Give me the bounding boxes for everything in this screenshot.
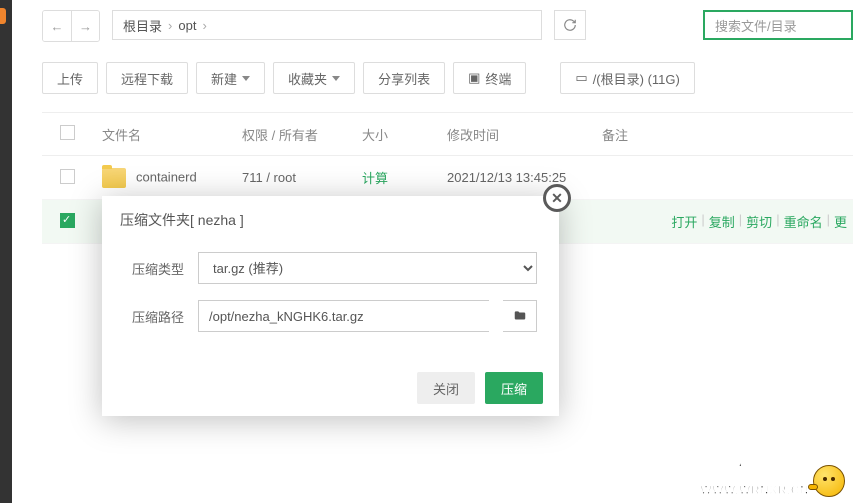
- disk-selector-button[interactable]: ▭/(根目录) (11G): [560, 62, 694, 94]
- breadcrumb-segment[interactable]: opt: [178, 18, 196, 33]
- compress-modal: ✕ 压缩文件夹[ nezha ] 压缩类型 tar.gz (推荐) 压缩路径 关…: [102, 196, 559, 416]
- terminal-icon: ▣: [468, 70, 480, 86]
- action-more[interactable]: 更: [834, 212, 847, 231]
- search-input[interactable]: 搜索文件/目录: [703, 10, 853, 40]
- watermark-url: WWW.WRNXR.CN: [700, 483, 809, 497]
- column-header-mtime[interactable]: 修改时间: [447, 125, 602, 144]
- upload-button[interactable]: 上传: [42, 62, 98, 94]
- action-cut[interactable]: 剪切: [746, 212, 772, 231]
- column-header-note: 备注: [602, 125, 682, 144]
- column-header-perm[interactable]: 权限 / 所有者: [242, 125, 362, 144]
- file-size-calc[interactable]: 计算: [362, 168, 447, 187]
- nav-back-button[interactable]: ←: [43, 11, 71, 41]
- compress-type-select[interactable]: tar.gz (推荐): [198, 252, 537, 284]
- action-copy[interactable]: 复制: [709, 212, 735, 231]
- action-open[interactable]: 打开: [671, 212, 697, 231]
- row-checkbox[interactable]: [60, 213, 75, 228]
- close-button[interactable]: ✕: [543, 184, 571, 212]
- watermark-mascot-icon: [813, 465, 845, 497]
- column-header-size[interactable]: 大小: [362, 125, 447, 144]
- breadcrumb-root[interactable]: 根目录: [123, 16, 162, 35]
- favorites-button[interactable]: 收藏夹: [273, 62, 355, 94]
- browse-path-button[interactable]: [503, 300, 537, 332]
- row-checkbox[interactable]: [60, 169, 75, 184]
- select-all-checkbox[interactable]: [60, 125, 75, 140]
- action-rename[interactable]: 重命名: [784, 212, 823, 231]
- compress-path-input[interactable]: [198, 300, 489, 332]
- share-list-button[interactable]: 分享列表: [363, 62, 445, 94]
- file-perm: 711 / root: [242, 170, 362, 185]
- disk-icon: ▭: [575, 70, 587, 86]
- compress-type-label: 压缩类型: [124, 259, 184, 278]
- row-actions: 打开| 复制| 剪切| 重命名| 更: [671, 212, 853, 231]
- chevron-right-icon: ›: [168, 18, 172, 33]
- cancel-button[interactable]: 关闭: [417, 372, 475, 404]
- chevron-down-icon: [242, 76, 250, 81]
- column-header-name[interactable]: 文件名: [102, 125, 242, 144]
- chevron-right-icon: ›: [202, 18, 206, 33]
- compress-button[interactable]: 压缩: [485, 372, 543, 404]
- folder-icon: [102, 168, 126, 188]
- watermark: 仙人小站 WWW.WRNXR.CN: [700, 457, 845, 497]
- file-mtime: 2021/12/13 13:45:25: [447, 170, 602, 185]
- new-button[interactable]: 新建: [196, 62, 265, 94]
- remote-download-button[interactable]: 远程下载: [106, 62, 188, 94]
- table-row[interactable]: containerd 711 / root 计算 2021/12/13 13:4…: [42, 156, 853, 200]
- file-name[interactable]: containerd: [136, 169, 197, 184]
- toolbar: 上传 远程下载 新建 收藏夹 分享列表 ▣终端 ▭/(根目录) (11G): [42, 62, 853, 94]
- terminal-button[interactable]: ▣终端: [453, 62, 526, 94]
- modal-title: 压缩文件夹[ nezha ]: [102, 196, 559, 244]
- refresh-button[interactable]: [554, 10, 586, 40]
- breadcrumb[interactable]: 根目录 › opt ›: [112, 10, 542, 40]
- breadcrumb-row: ← → 根目录 › opt › 搜索文件/目录: [42, 10, 853, 42]
- compress-path-label: 压缩路径: [124, 307, 184, 326]
- nav-forward-button[interactable]: →: [71, 11, 99, 41]
- chevron-down-icon: [332, 76, 340, 81]
- watermark-text: 仙人小站: [700, 457, 808, 483]
